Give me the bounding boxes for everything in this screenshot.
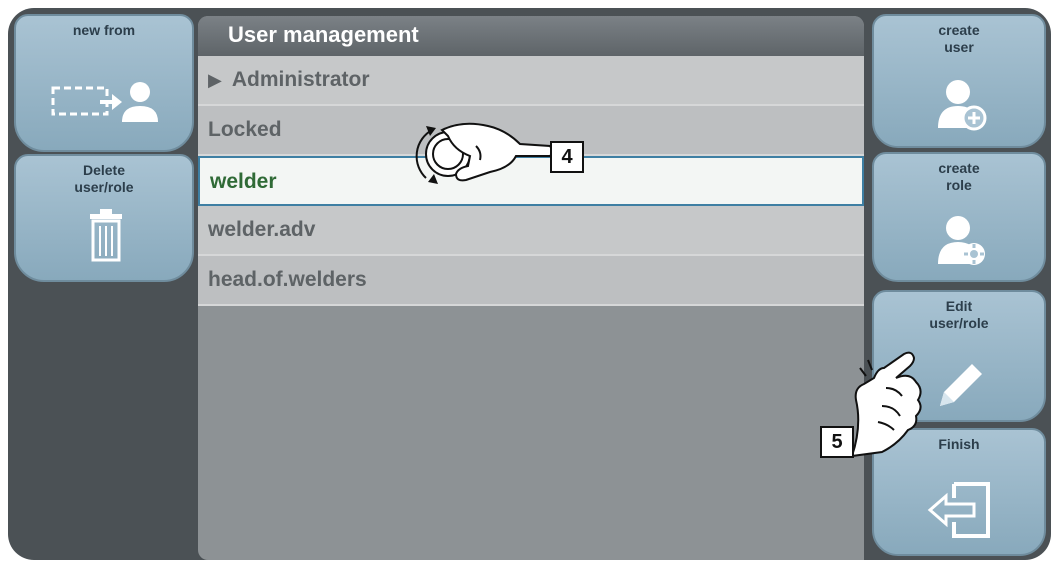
list-item-label: Locked xyxy=(208,118,282,141)
list-item-label: Administrator xyxy=(231,68,370,91)
create-user-button[interactable]: create user xyxy=(872,14,1046,148)
expand-arrow-icon[interactable]: ▶ xyxy=(208,70,222,90)
create-user-label: create user xyxy=(938,22,980,55)
user-management-panel: User management ▶ Administrator Locked we… xyxy=(198,16,864,560)
step-5-callout: 5 xyxy=(820,426,854,458)
device-screen: new from Delete user/role User managemen… xyxy=(8,8,1051,560)
new-from-label: new from xyxy=(72,22,136,38)
list-item-administrator[interactable]: ▶ Administrator xyxy=(198,56,864,106)
add-user-icon xyxy=(938,80,987,131)
delete-label: Delete user/role xyxy=(74,162,134,195)
trash-icon xyxy=(90,209,122,262)
exit-icon xyxy=(927,482,990,538)
pointing-hand-icon xyxy=(850,351,922,458)
pencil-icon xyxy=(940,364,982,406)
create-role-label: create role xyxy=(938,160,980,193)
list-item-head-of-welders[interactable]: head.of.welders xyxy=(198,256,864,306)
edit-label: Edit user/role xyxy=(929,298,989,331)
rotary-knob-hand-icon xyxy=(415,122,552,184)
new-from-button[interactable]: new from xyxy=(14,14,194,152)
copy-user-icon xyxy=(51,82,158,122)
list-item-welder-adv[interactable]: welder.adv xyxy=(198,206,864,256)
create-role-button[interactable]: create role xyxy=(872,152,1046,282)
list-item-label: welder xyxy=(210,170,277,193)
panel-title: User management xyxy=(198,16,864,56)
delete-user-role-button[interactable]: Delete user/role xyxy=(14,154,194,282)
list-item-label: welder.adv xyxy=(208,218,316,241)
step-4-callout: 4 xyxy=(550,141,584,173)
list-item-label: head.of.welders xyxy=(208,268,367,291)
add-role-icon xyxy=(938,216,985,265)
